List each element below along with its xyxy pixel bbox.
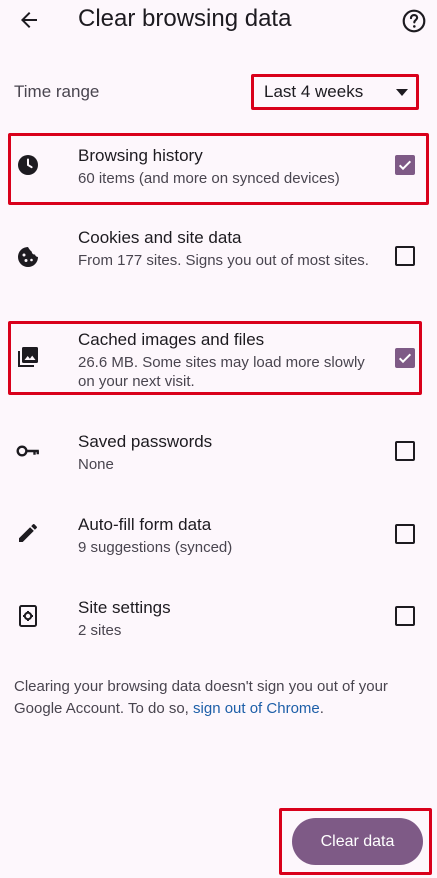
option-title: Site settings [78, 598, 171, 617]
sign-out-link[interactable]: sign out of Chrome [193, 700, 320, 717]
option-title: Saved passwords [78, 432, 213, 451]
option-subtitle: 26.6 MB. Some sites may load more slowly… [78, 354, 365, 390]
site-settings-icon [15, 603, 41, 629]
option-title: Cookies and site data [78, 228, 242, 247]
option-title: Auto-fill form data [78, 515, 212, 534]
pencil-icon [15, 520, 41, 546]
option-subtitle: 2 sites [78, 622, 122, 639]
clock-icon [15, 152, 41, 178]
cookie-icon [15, 244, 41, 270]
autofill-checkbox[interactable] [395, 524, 415, 544]
option-subtitle: From 177 sites. Signs you out of most si… [78, 252, 369, 269]
cached-images-checkbox[interactable] [395, 348, 415, 368]
image-stack-icon [15, 344, 41, 370]
option-subtitle: None [78, 456, 114, 473]
site-settings-checkbox[interactable] [395, 606, 415, 626]
time-range-dropdown[interactable]: Last 4 weeks [251, 74, 419, 110]
sign-out-note: Clearing your browsing data doesn't sign… [14, 676, 424, 720]
note-end: . [319, 700, 324, 717]
page-title: Clear browsing data [78, 5, 292, 32]
option-title: Cached images and files [78, 330, 265, 349]
clear-browsing-data-screen: Clear browsing data Time range Last 4 we… [0, 0, 437, 878]
cookies-checkbox[interactable] [395, 246, 415, 266]
app-header: Clear browsing data [0, 0, 437, 46]
checkmark-icon [398, 353, 412, 364]
option-subtitle: 9 suggestions (synced) [78, 539, 233, 556]
key-icon [15, 438, 41, 464]
saved-passwords-checkbox[interactable] [395, 441, 415, 461]
dropdown-arrow-icon [396, 89, 408, 96]
option-title: Browsing history [78, 146, 203, 165]
checkmark-icon [398, 160, 412, 171]
back-button[interactable] [14, 7, 44, 33]
option-browsing-history[interactable]: Browsing history 60 items (and more on s… [0, 140, 437, 202]
time-range-selected-value: Last 4 weeks [264, 82, 364, 101]
help-button[interactable] [400, 7, 428, 35]
arrow-back-icon [21, 12, 37, 28]
option-saved-passwords[interactable]: Saved passwords None [0, 426, 437, 476]
option-cached-images[interactable]: Cached images and files 26.6 MB. Some si… [0, 324, 437, 392]
help-circle-icon [402, 9, 426, 33]
option-subtitle: 60 items (and more on synced devices) [78, 170, 340, 187]
option-autofill[interactable]: Auto-fill form data 9 suggestions (synce… [0, 509, 437, 559]
clear-data-button[interactable]: Clear data [292, 818, 423, 865]
browsing-history-checkbox[interactable] [395, 155, 415, 175]
time-range-label: Time range [14, 82, 100, 101]
option-site-settings[interactable]: Site settings 2 sites [0, 592, 437, 642]
option-cookies[interactable]: Cookies and site data From 177 sites. Si… [0, 222, 437, 294]
